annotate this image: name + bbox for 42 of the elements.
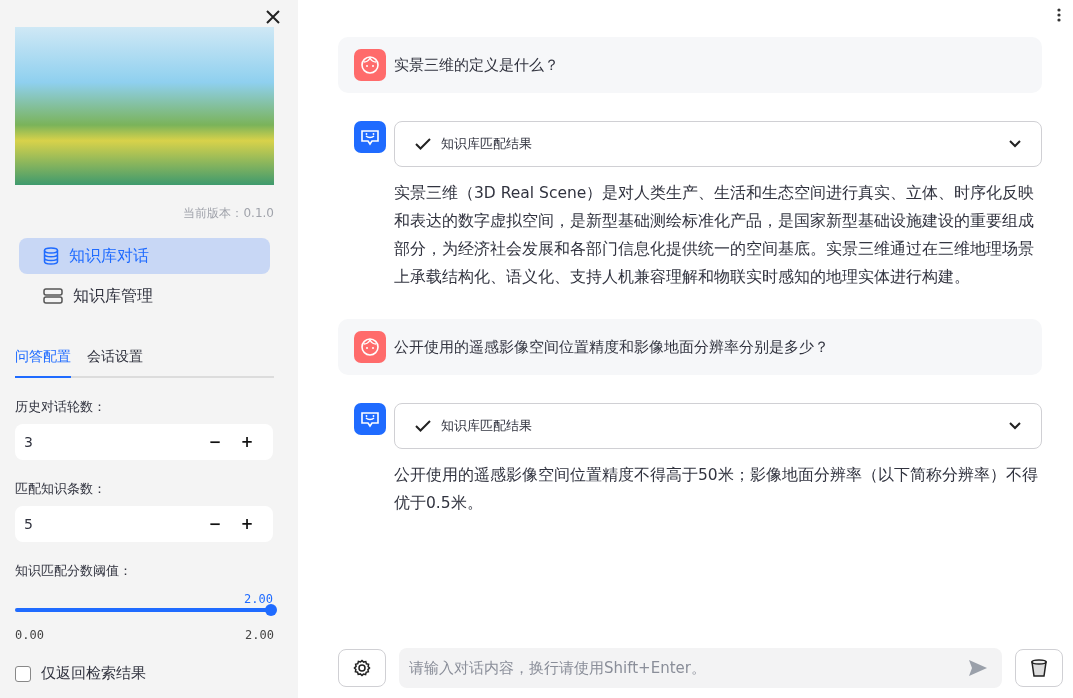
settings-button[interactable] (338, 649, 386, 687)
database-icon (43, 247, 59, 265)
slider-thumb[interactable] (265, 604, 277, 616)
check-icon (415, 420, 431, 432)
assistant-avatar-icon (354, 121, 386, 153)
slider-value: 2.00 (244, 592, 273, 606)
message-text: 公开使用的遥感影像空间位置精度和影像地面分辨率分别是多少？ (394, 337, 829, 357)
message-text: 实景三维的定义是什么？ (394, 55, 559, 75)
field-label: 匹配知识条数： (15, 480, 107, 498)
checkbox[interactable] (15, 665, 31, 682)
check-icon (415, 138, 431, 150)
chat-input[interactable]: 请输入对话内容，换行请使用Shift+Enter。 (399, 648, 1002, 688)
clear-button[interactable] (1015, 649, 1063, 687)
chevron-icon (1009, 140, 1021, 148)
slider-min: 0.00 (15, 628, 44, 642)
nav-item[interactable]: 知识库管理 (19, 278, 270, 314)
expander[interactable]: 知识库匹配结果 (394, 403, 1042, 449)
message-text: 实景三维（3D Real Scene）是对人类生产、生活和生态空间进行真实、立体、时序化反映和表达的数字虚拟空间，是新型基础测绘标准化产品，是国家新型基础设施建设的重要组成部分，为经济社会发展和各部门信息化提供统一的空间基底。实景三维通过在三维地理场景上承载结构化、语义化、支持人机兼容理解和物联实时感知的地理实体进行构建。 (394, 183, 1036, 288)
chevron-icon (1009, 422, 1021, 430)
number-input[interactable]: 3 − + (15, 424, 273, 460)
assistant-avatar-icon (354, 403, 386, 435)
message-text: 公开使用的遥感影像空间位置精度不得高于50米；影像地面分辨率（以下简称分辨率）不得优于0.5米。 (394, 465, 1039, 514)
user-avatar-icon (354, 331, 386, 363)
more-options-icon[interactable] (1057, 8, 1061, 22)
increment-button[interactable]: + (231, 515, 263, 533)
number-input[interactable]: 5 − + (15, 506, 273, 542)
field-label: 历史对话轮数： (15, 398, 107, 416)
close-icon[interactable] (266, 10, 280, 24)
tab[interactable]: 问答配置 (15, 348, 71, 378)
slider-max: 2.00 (245, 628, 274, 642)
tab[interactable]: 会话设置 (87, 348, 143, 378)
field-label: 知识匹配分数阈值： (15, 562, 133, 580)
decrement-button[interactable]: − (199, 433, 231, 451)
server-icon (43, 288, 63, 304)
expander[interactable]: 知识库匹配结果 (394, 121, 1042, 167)
settings-icon (353, 659, 371, 677)
increment-button[interactable]: + (231, 433, 263, 451)
trash-icon (1030, 658, 1048, 678)
version-text: 当前版本：0.1.0 (182, 205, 274, 222)
decrement-button[interactable]: − (199, 515, 231, 533)
checkbox-label: 仅返回检索结果 (41, 664, 146, 683)
user-avatar-icon (354, 49, 386, 81)
